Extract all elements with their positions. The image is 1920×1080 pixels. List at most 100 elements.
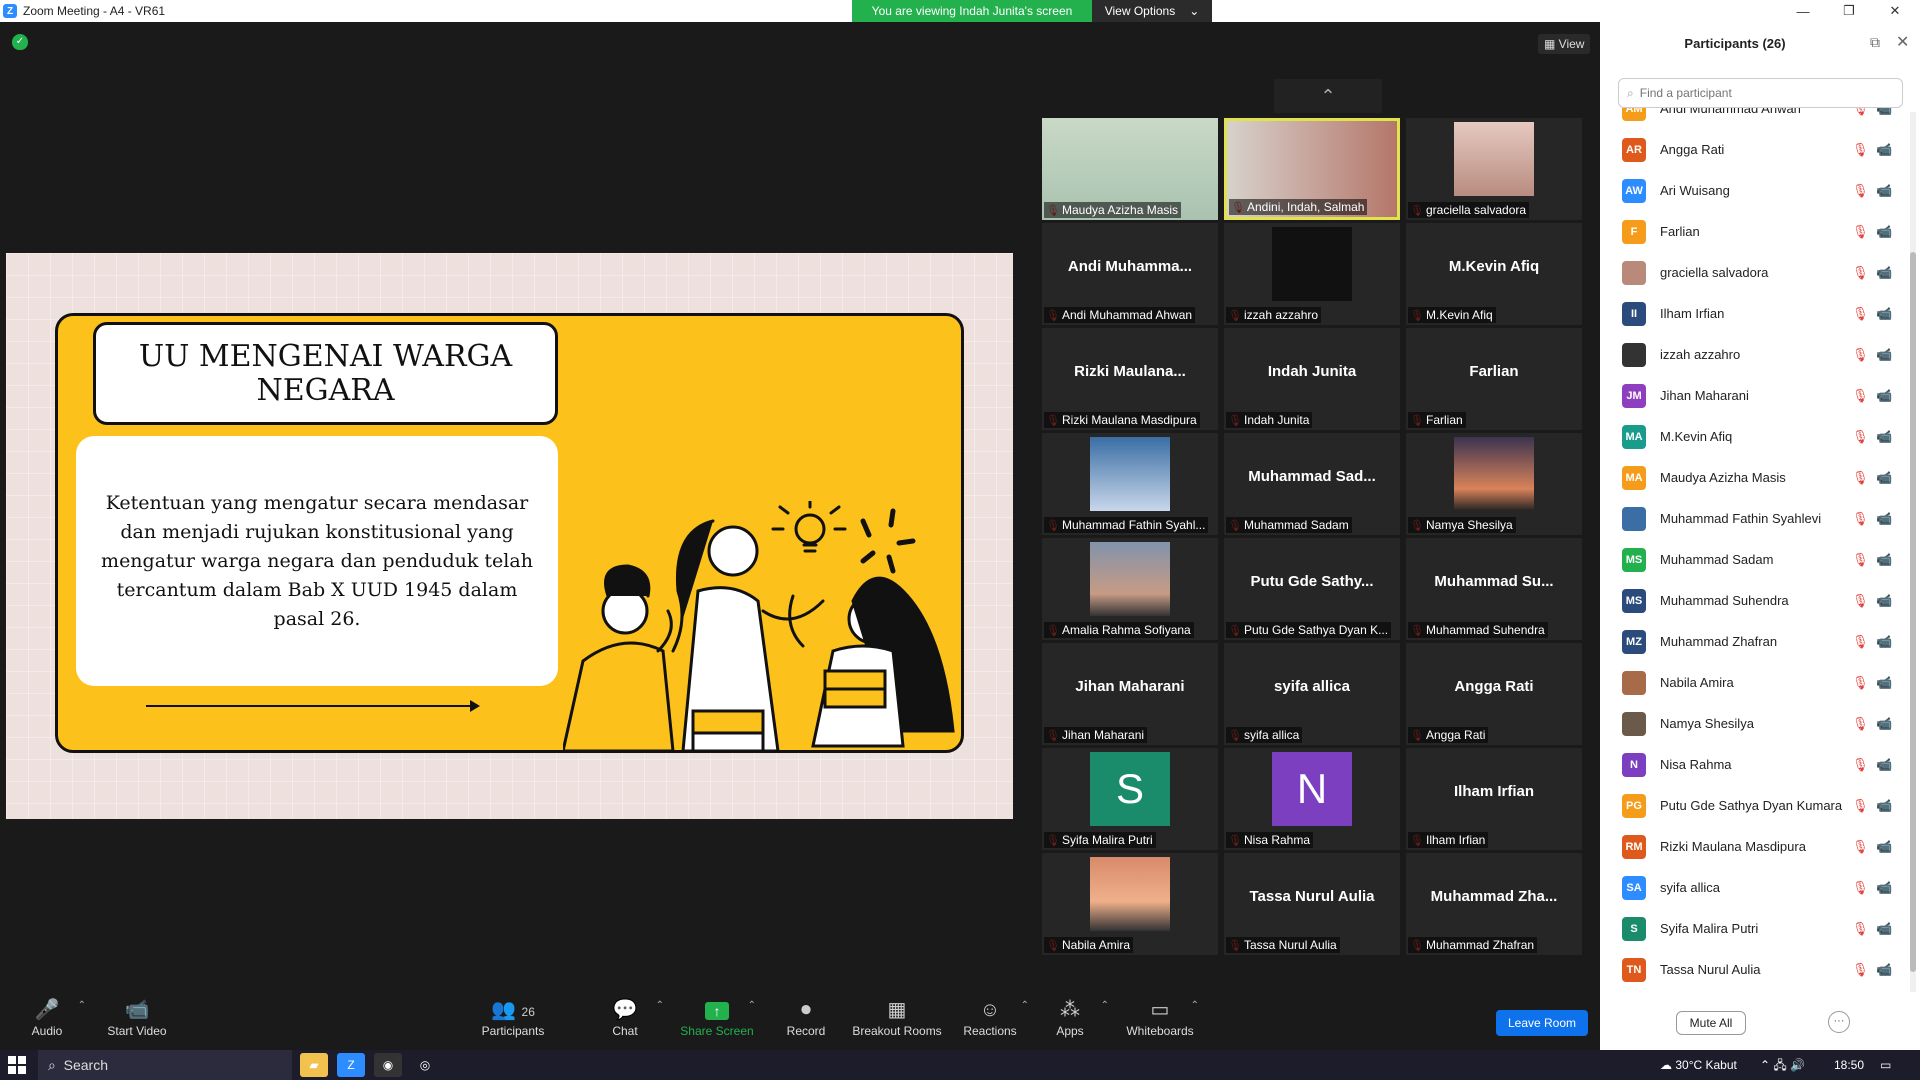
- participant-row[interactable]: AR Angga Rati 🎙 📹: [1600, 129, 1908, 170]
- video-tile[interactable]: Rizki Maulana...🎙Rizki Maulana Masdipura: [1042, 328, 1218, 430]
- participant-row[interactable]: Muhammad Fathin Syahlevi 🎙 📹: [1600, 498, 1908, 539]
- participants-button[interactable]: 👥 26 Participants: [468, 996, 558, 1038]
- breakout-rooms-button[interactable]: ▦ Breakout Rooms: [852, 996, 942, 1038]
- taskbar-search[interactable]: ⌕ Search: [38, 1050, 292, 1080]
- record-button[interactable]: ⏺ Record: [761, 996, 851, 1038]
- mute-all-button[interactable]: Mute All: [1676, 1011, 1746, 1035]
- participant-row[interactable]: izzah azzahro 🎙 📹: [1600, 334, 1908, 375]
- view-label: View: [1558, 37, 1585, 51]
- chat-button[interactable]: 💬 Chat ⌃: [580, 996, 670, 1038]
- participant-initial-avatar: N: [1272, 752, 1352, 826]
- participant-row[interactable]: AW Ari Wuisang 🎙 📹: [1600, 170, 1908, 211]
- participant-row[interactable]: MS Muhammad Sadam 🎙 📹: [1600, 539, 1908, 580]
- participant-row[interactable]: F Farlian 🎙 📹: [1600, 211, 1908, 252]
- minimize-button[interactable]: —: [1780, 0, 1826, 22]
- encryption-shield-icon[interactable]: ✓: [12, 34, 28, 50]
- whiteboards-button[interactable]: ▭ Whiteboards ⌃: [1115, 996, 1205, 1038]
- file-explorer-icon[interactable]: ▰: [300, 1053, 328, 1077]
- mic-muted-icon: 🎙: [1852, 797, 1869, 813]
- participant-row[interactable]: Nabila Amira 🎙 📹: [1600, 662, 1908, 703]
- share-caret-icon[interactable]: ⌃: [748, 1000, 756, 1011]
- start-video-button[interactable]: 📹 Start Video: [92, 996, 182, 1038]
- video-tile[interactable]: 🎙Amalia Rahma Sofiyana: [1042, 538, 1218, 640]
- chrome-icon[interactable]: ◎: [411, 1053, 439, 1077]
- participant-photo: [1090, 542, 1170, 616]
- chat-caret-icon[interactable]: ⌃: [656, 1000, 664, 1011]
- notification-icon[interactable]: ▭: [1880, 1050, 1891, 1080]
- audio-button[interactable]: 🎤 Audio ⌃: [2, 996, 92, 1038]
- participant-row[interactable]: MA M.Kevin Afiq 🎙 📹: [1600, 416, 1908, 457]
- reactions-button[interactable]: ☺ Reactions ⌃: [945, 996, 1035, 1038]
- apps-button[interactable]: ⁂ Apps ⌃: [1025, 996, 1115, 1038]
- video-on-icon: 📹: [1876, 469, 1893, 485]
- video-tile[interactable]: Tassa Nurul Aulia🎙Tassa Nurul Aulia: [1224, 853, 1400, 955]
- close-window-button[interactable]: ✕: [1872, 0, 1918, 22]
- clock[interactable]: 18:50: [1834, 1050, 1864, 1080]
- video-tile[interactable]: Andi Muhamma...🎙Andi Muhammad Ahwan: [1042, 223, 1218, 325]
- video-tile[interactable]: Muhammad Zha...🎙Muhammad Zhafran: [1406, 853, 1582, 955]
- participant-search-input[interactable]: [1639, 86, 1880, 100]
- video-tile[interactable]: 🎙Andini, Indah, Salmah: [1224, 118, 1400, 220]
- share-screen-button[interactable]: ↑ Share Screen ⌃: [672, 996, 762, 1038]
- participant-row[interactable]: graciella salvadora 🎙 📹: [1600, 252, 1908, 293]
- video-tile[interactable]: 🎙graciella salvadora: [1406, 118, 1582, 220]
- more-options-button[interactable]: ···: [1828, 1011, 1850, 1033]
- maximize-button[interactable]: ❐: [1826, 0, 1872, 22]
- tile-name-label: Tassa Nurul Aulia: [1226, 937, 1340, 953]
- participant-scrollbar[interactable]: [1910, 112, 1916, 992]
- participant-row[interactable]: MS Muhammad Suhendra 🎙 📹: [1600, 580, 1908, 621]
- video-tile[interactable]: M.Kevin Afiq🎙M.Kevin Afiq: [1406, 223, 1582, 325]
- zoom-app-icon[interactable]: Z: [337, 1053, 365, 1077]
- video-tile[interactable]: Indah Junita🎙Indah Junita: [1224, 328, 1400, 430]
- avatar: SA: [1622, 875, 1646, 900]
- camera-app-icon[interactable]: ◉: [374, 1053, 402, 1077]
- video-tile[interactable]: 🎙izzah azzahro: [1224, 223, 1400, 325]
- video-tile[interactable]: Jihan Maharani🎙Jihan Maharani: [1042, 643, 1218, 745]
- participant-row[interactable]: TN Tassa Nurul Aulia 🎙 📹: [1600, 949, 1908, 990]
- popout-icon[interactable]: ⧉: [1870, 34, 1880, 51]
- video-tile[interactable]: syifa allica🎙syifa allica: [1224, 643, 1400, 745]
- video-tile[interactable]: 🎙Nabila Amira: [1042, 853, 1218, 955]
- video-off-icon: 📹: [1876, 756, 1893, 772]
- video-tile[interactable]: Ilham Irfian🎙Ilham Irfian: [1406, 748, 1582, 850]
- participant-name: M.Kevin Afiq: [1660, 429, 1733, 444]
- video-tile[interactable]: Angga Rati🎙Angga Rati: [1406, 643, 1582, 745]
- participant-row[interactable]: N Nisa Rahma 🎙 📹: [1600, 744, 1908, 785]
- video-tile[interactable]: Putu Gde Sathy...🎙Putu Gde Sathya Dyan K…: [1224, 538, 1400, 640]
- video-tile[interactable]: Muhammad Su...🎙Muhammad Suhendra: [1406, 538, 1582, 640]
- audio-caret-icon[interactable]: ⌃: [78, 1000, 86, 1011]
- participant-row[interactable]: MA Maudya Azizha Masis 🎙 📹: [1600, 457, 1908, 498]
- whiteboards-label: Whiteboards: [1126, 1024, 1194, 1038]
- slide-body: Ketentuan yang mengatur secara mendasar …: [76, 436, 558, 686]
- participant-row[interactable]: Namya Shesilya 🎙 📹: [1600, 703, 1908, 744]
- video-tile[interactable]: Farlian🎙Farlian: [1406, 328, 1582, 430]
- participant-row[interactable]: AM Andi Muhammad Ahwan 🎙 📹: [1600, 108, 1908, 129]
- participant-row[interactable]: PG Putu Gde Sathya Dyan Kumara 🎙 📹: [1600, 785, 1908, 826]
- participant-row[interactable]: II Ilham Irfian 🎙 📹: [1600, 293, 1908, 334]
- view-layout-button[interactable]: ▦ View: [1538, 34, 1591, 54]
- video-tile[interactable]: Muhammad Sad...🎙Muhammad Sadam: [1224, 433, 1400, 535]
- gallery-up-arrow[interactable]: ⌃: [1274, 79, 1382, 113]
- participant-row[interactable]: SA syifa allica 🎙 📹: [1600, 867, 1908, 908]
- windows-start-icon[interactable]: [8, 1056, 26, 1074]
- tile-name-label: Andini, Indah, Salmah: [1229, 199, 1368, 215]
- video-tile[interactable]: 🎙Maudya Azizha Masis: [1042, 118, 1218, 220]
- participant-row[interactable]: MZ Muhammad Zhafran 🎙 📹: [1600, 621, 1908, 662]
- video-tile[interactable]: S🎙Syifa Malira Putri: [1042, 748, 1218, 850]
- whiteboards-caret-icon[interactable]: ⌃: [1191, 1000, 1199, 1011]
- system-tray-icons[interactable]: ⌃ 🖧 🔊: [1760, 1050, 1805, 1080]
- close-panel-icon[interactable]: ✕: [1896, 32, 1909, 52]
- view-options-button[interactable]: View Options ⌄: [1092, 0, 1212, 22]
- video-tile[interactable]: 🎙Muhammad Fathin Syahl...: [1042, 433, 1218, 535]
- scrollbar-thumb[interactable]: [1910, 252, 1916, 972]
- participant-row[interactable]: S Syifa Malira Putri 🎙 📹: [1600, 908, 1908, 949]
- participant-row[interactable]: JM Jihan Maharani 🎙 📹: [1600, 375, 1908, 416]
- leave-room-button[interactable]: Leave Room: [1496, 1010, 1588, 1036]
- apps-caret-icon[interactable]: ⌃: [1101, 1000, 1109, 1011]
- video-tile[interactable]: 🎙Namya Shesilya: [1406, 433, 1582, 535]
- avatar: MA: [1622, 424, 1646, 449]
- participant-search[interactable]: ⌕: [1618, 78, 1903, 108]
- video-tile[interactable]: N🎙Nisa Rahma: [1224, 748, 1400, 850]
- participant-row[interactable]: RM Rizki Maulana Masdipura 🎙 📹: [1600, 826, 1908, 867]
- weather-widget[interactable]: ☁ 30°C Kabut: [1660, 1050, 1737, 1080]
